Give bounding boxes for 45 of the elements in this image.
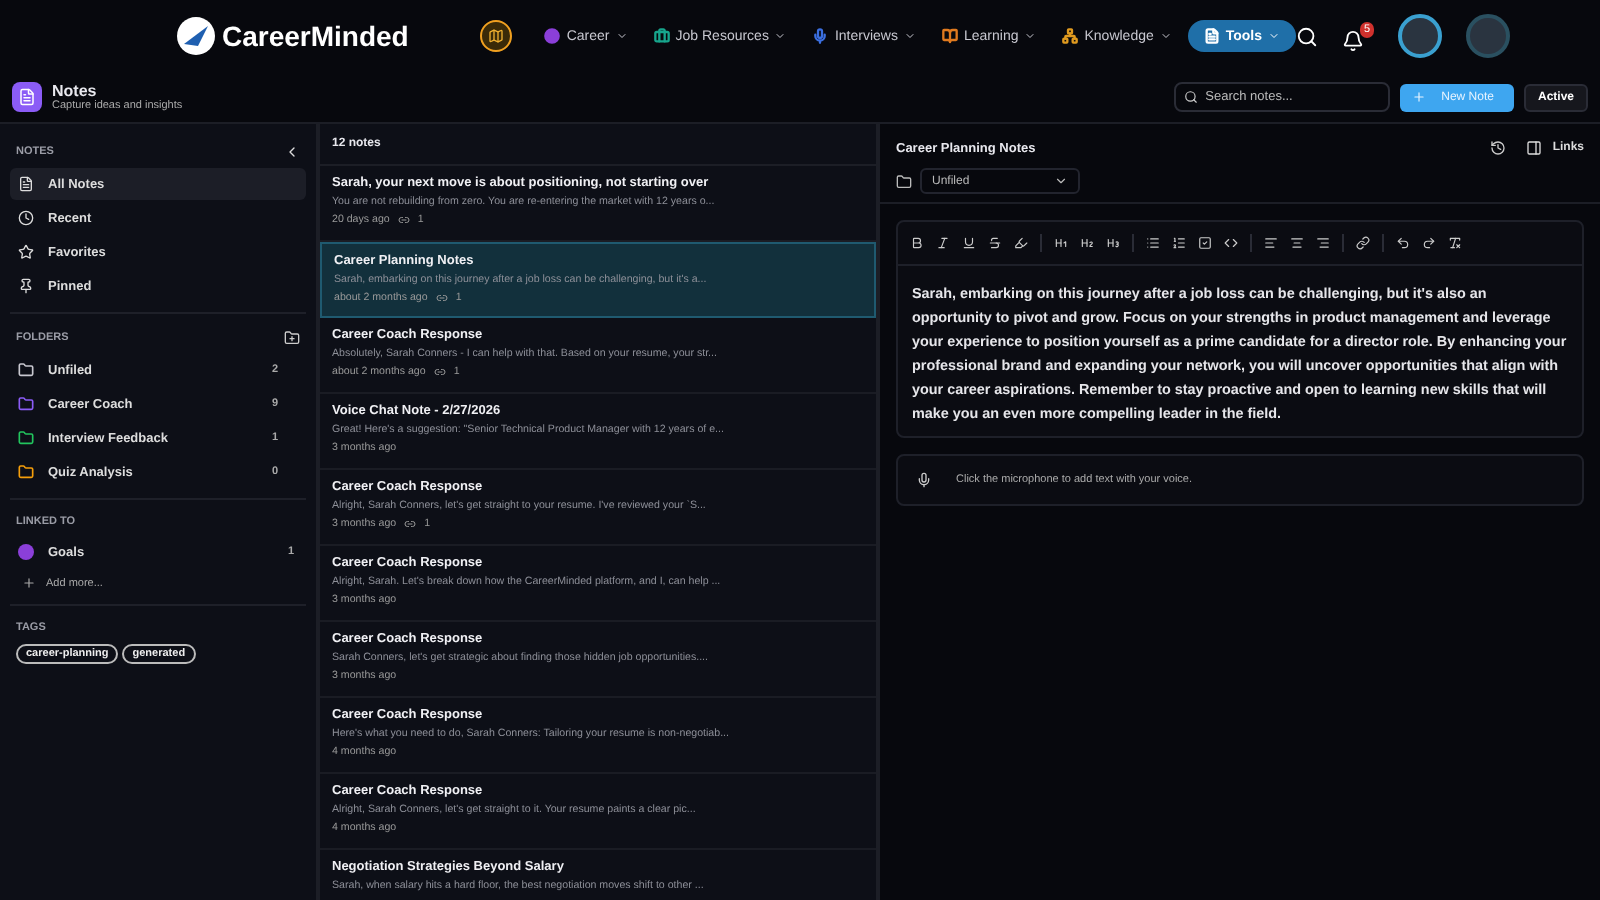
link-icon[interactable]	[1352, 232, 1374, 254]
plus-icon	[22, 576, 36, 590]
panel-icon	[1526, 140, 1543, 156]
star-icon	[18, 244, 34, 260]
plus-icon	[1411, 90, 1426, 104]
caret-icon	[1268, 30, 1281, 42]
history-icon[interactable]	[1490, 140, 1507, 156]
clock-icon	[18, 210, 34, 226]
map-icon	[488, 28, 505, 44]
microphone-icon[interactable]	[916, 472, 932, 488]
pin-icon	[18, 278, 34, 294]
redo-icon[interactable]	[1418, 232, 1440, 254]
folder-icon	[896, 173, 912, 189]
new-folder-icon[interactable]	[284, 330, 300, 346]
link-icon	[435, 292, 448, 304]
caret-icon	[1159, 30, 1172, 42]
collapse-icon[interactable]	[284, 144, 300, 160]
italic-icon[interactable]	[932, 232, 954, 254]
brand-name: CareerMinded	[222, 20, 409, 52]
link-icon	[397, 214, 410, 226]
map-button[interactable]	[480, 20, 513, 52]
page-title: Notes	[52, 82, 99, 100]
avatar[interactable]	[1398, 14, 1443, 58]
checkbox-icon[interactable]	[1194, 232, 1216, 254]
link-icon	[404, 518, 417, 530]
document-icon	[18, 176, 34, 192]
search-icon	[1183, 90, 1198, 104]
align-left-icon[interactable]	[1260, 232, 1282, 254]
logo-icon	[176, 16, 216, 56]
numbered-list-icon[interactable]	[1168, 232, 1190, 254]
clear-format-icon[interactable]	[1444, 232, 1466, 254]
highlighter-icon[interactable]	[1010, 232, 1032, 254]
link-icon	[433, 366, 446, 378]
caret-icon	[615, 30, 628, 42]
caret-icon	[1024, 30, 1037, 42]
caret-icon	[774, 30, 787, 42]
undo-icon[interactable]	[1392, 232, 1414, 254]
underline-icon[interactable]	[958, 232, 980, 254]
caret-icon	[903, 30, 916, 42]
align-center-icon[interactable]	[1286, 232, 1308, 254]
notes-icon	[12, 82, 42, 112]
search-icon[interactable]	[1296, 25, 1319, 47]
strikethrough-icon[interactable]	[984, 232, 1006, 254]
caret-icon	[1054, 174, 1068, 188]
align-right-icon[interactable]	[1312, 232, 1334, 254]
